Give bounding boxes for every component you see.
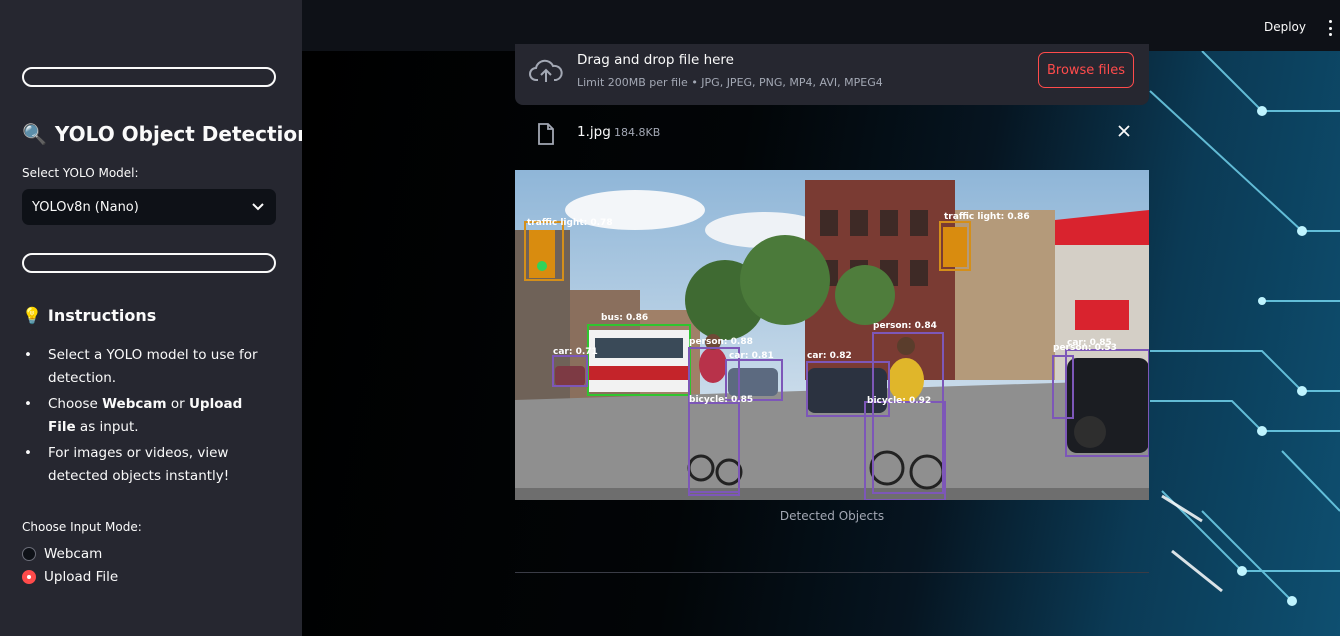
divider bbox=[515, 572, 1149, 573]
cloud-upload-icon bbox=[529, 59, 563, 82]
sidebar-title-text: YOLO Object Detection bbox=[54, 122, 312, 146]
list-item: For images or videos, view detected obje… bbox=[22, 442, 272, 488]
list-item: Select a YOLO model to use for detection… bbox=[22, 344, 272, 390]
image-caption: Detected Objects bbox=[779, 509, 885, 523]
instruction-text: or bbox=[166, 396, 189, 412]
file-size: 184.8KB bbox=[614, 126, 661, 139]
detection-label: car: 0.81 bbox=[729, 351, 774, 361]
instructions-title: Instructions bbox=[47, 306, 157, 325]
radio-upload-file[interactable]: Upload File bbox=[22, 569, 118, 585]
sidebar-title: 🔍 YOLO Object Detection bbox=[22, 122, 311, 146]
detection-label: traffic light: 0.78 bbox=[527, 218, 613, 228]
instructions-heading: 💡 Instructions bbox=[22, 306, 156, 325]
deploy-button[interactable]: Deploy bbox=[1264, 20, 1306, 34]
sidebar: 🔍 YOLO Object Detection Select YOLO Mode… bbox=[0, 0, 311, 636]
radio-label: Upload File bbox=[44, 569, 119, 585]
radio-circle[interactable] bbox=[22, 547, 36, 561]
instruction-text: For images or videos, view detected obje… bbox=[48, 445, 230, 484]
radio-label: Webcam bbox=[44, 546, 103, 562]
close-icon[interactable] bbox=[1117, 124, 1131, 138]
instruction-text: Choose bbox=[48, 396, 103, 412]
more-options-icon[interactable] bbox=[1326, 20, 1334, 36]
detected-objects-image: traffic light: 0.78 traffic light: 0.86 … bbox=[515, 170, 1149, 500]
file-icon bbox=[538, 123, 554, 145]
model-select-label: Select YOLO Model: bbox=[22, 166, 139, 180]
street-scene: traffic light: 0.78 traffic light: 0.86 … bbox=[515, 170, 1149, 500]
file-name: 1.jpg bbox=[577, 124, 611, 140]
input-mode-label: Choose Input Mode: bbox=[22, 520, 142, 534]
instruction-bold: Webcam bbox=[102, 396, 167, 412]
model-select-value: YOLOv8n (Nano) bbox=[32, 199, 139, 215]
lightbulb-icon: 💡 bbox=[22, 306, 42, 325]
radio-circle-selected[interactable] bbox=[22, 570, 36, 584]
detection-label: traffic light: 0.86 bbox=[944, 212, 1030, 222]
detection-label: person: 0.53 bbox=[1053, 343, 1117, 353]
instruction-text: Select a YOLO model to use for detection… bbox=[48, 347, 258, 386]
file-dropzone[interactable]: Drag and drop file here Limit 200MB per … bbox=[515, 44, 1149, 105]
radio-webcam[interactable]: Webcam bbox=[22, 546, 102, 562]
detection-label: car: 0.82 bbox=[807, 351, 852, 361]
instruction-text: as input. bbox=[75, 419, 139, 435]
chevron-down-icon bbox=[252, 203, 264, 211]
instructions-list: Select a YOLO model to use for detection… bbox=[22, 344, 272, 491]
sidebar-pill-top bbox=[22, 67, 276, 87]
uploaded-file-row: 1.jpg 184.8KB bbox=[515, 112, 1149, 154]
dropzone-subtitle: Limit 200MB per file • JPG, JPEG, PNG, M… bbox=[577, 76, 883, 89]
detection-label: bicycle: 0.92 bbox=[867, 396, 931, 406]
browse-files-button[interactable]: Browse files bbox=[1038, 52, 1134, 88]
model-select[interactable]: YOLOv8n (Nano) bbox=[22, 189, 276, 225]
magnifier-icon: 🔍 bbox=[22, 122, 47, 146]
detection-label: bus: 0.86 bbox=[601, 313, 648, 323]
detection-label: bicycle: 0.85 bbox=[689, 395, 753, 405]
list-item: Choose Webcam or Upload File as input. bbox=[22, 393, 272, 439]
dropzone-title: Drag and drop file here bbox=[577, 52, 734, 68]
detection-label: car: 0.71 bbox=[553, 347, 598, 357]
detection-label: person: 0.88 bbox=[689, 337, 753, 347]
detection-label: person: 0.84 bbox=[873, 321, 937, 331]
sidebar-pill-middle bbox=[22, 253, 276, 273]
